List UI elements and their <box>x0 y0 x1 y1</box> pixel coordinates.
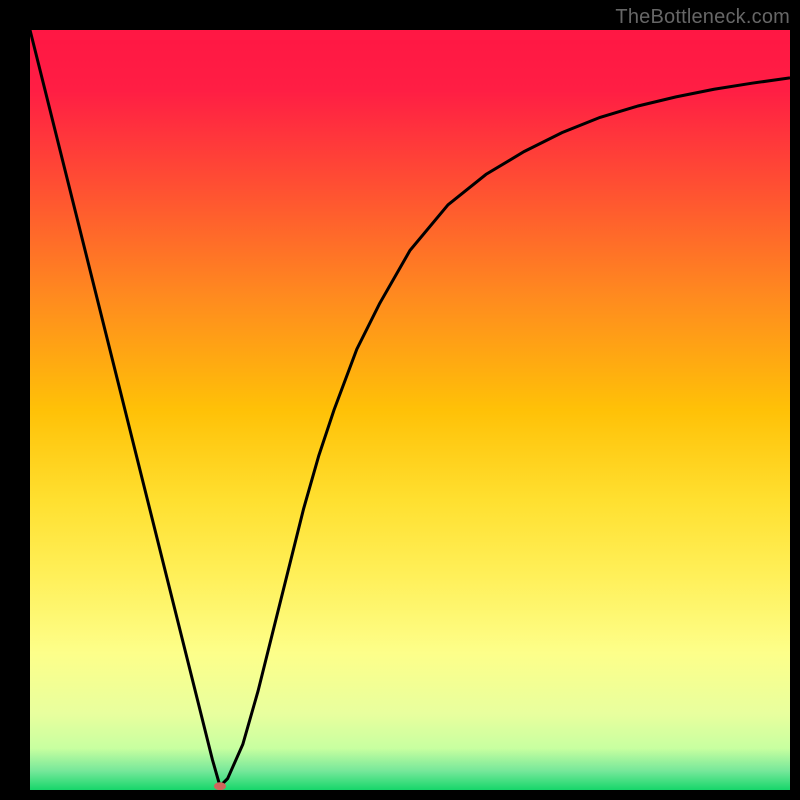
bottleneck-chart <box>30 30 790 790</box>
minimum-marker <box>214 782 226 790</box>
chart-frame: TheBottleneck.com <box>0 0 800 800</box>
attribution-label: TheBottleneck.com <box>615 6 790 29</box>
gradient-background <box>30 30 790 790</box>
plot-area <box>30 30 790 790</box>
